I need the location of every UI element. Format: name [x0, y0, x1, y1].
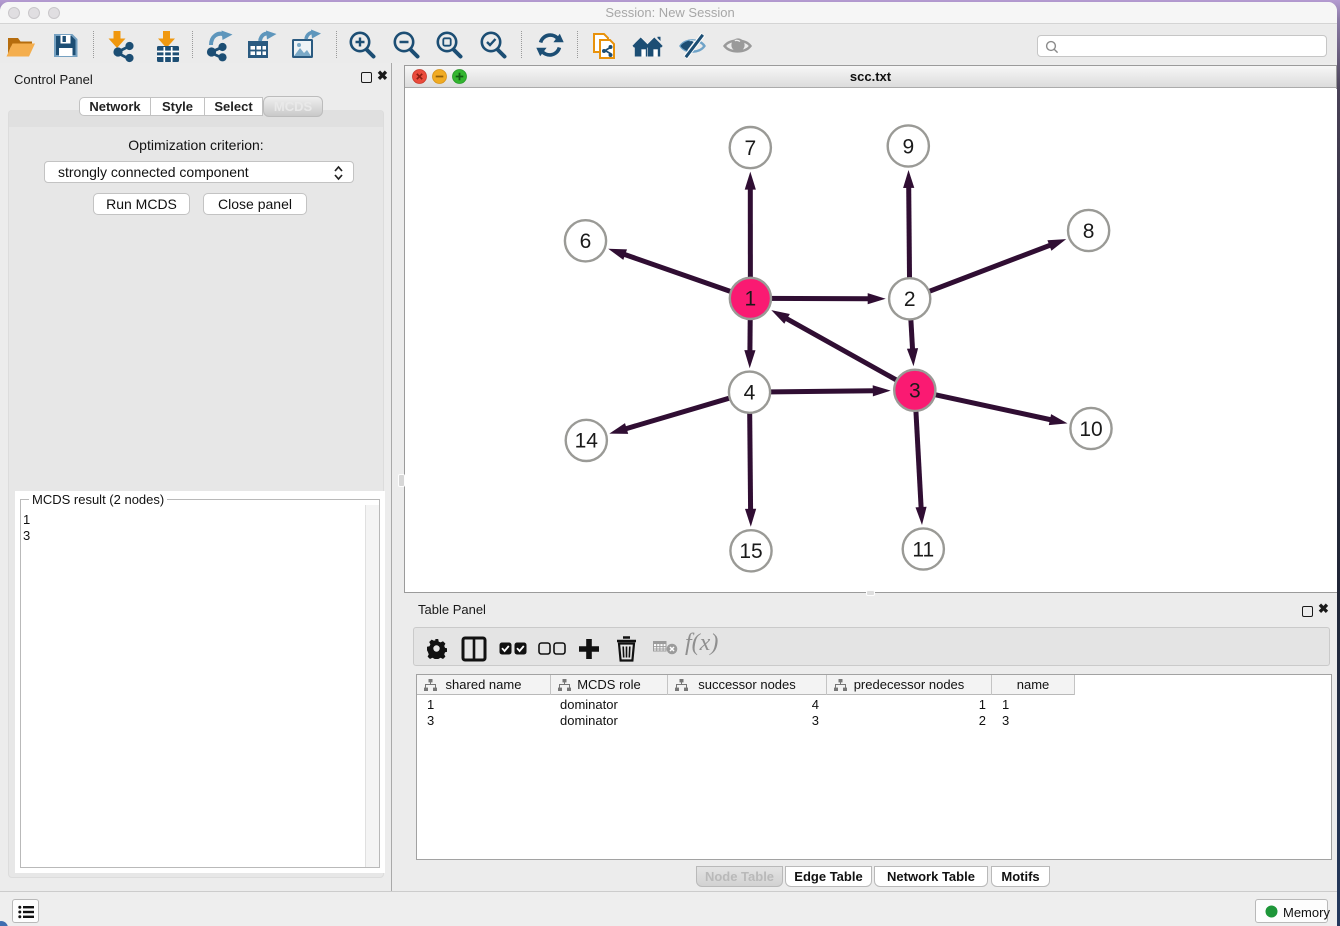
svg-text:7: 7: [744, 137, 756, 160]
svg-text:11: 11: [912, 538, 934, 561]
svg-text:15: 15: [739, 540, 762, 563]
svg-text:2: 2: [904, 288, 916, 311]
svg-text:6: 6: [580, 230, 592, 253]
svg-text:14: 14: [575, 430, 599, 453]
svg-text:8: 8: [1083, 220, 1095, 243]
svg-text:3: 3: [909, 380, 921, 403]
svg-text:4: 4: [744, 382, 756, 405]
svg-text:1: 1: [745, 288, 757, 311]
svg-text:9: 9: [902, 135, 914, 158]
svg-text:10: 10: [1079, 418, 1102, 441]
